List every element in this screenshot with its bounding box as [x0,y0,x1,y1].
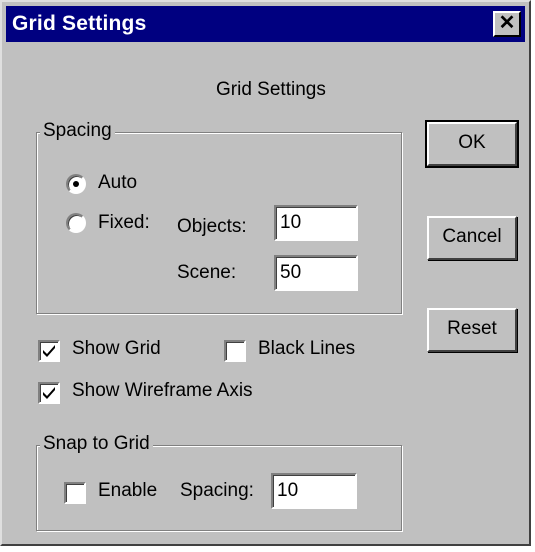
close-button[interactable]: ✕ [493,11,521,37]
spacing-legend: Spacing [40,120,115,142]
scene-label: Scene: [177,262,237,283]
snap-to-grid-legend: Snap to Grid [40,433,153,455]
snap-enable-checkbox[interactable] [64,482,86,504]
show-grid-label[interactable]: Show Grid [72,338,161,360]
snap-spacing-field[interactable] [271,473,357,509]
cancel-button[interactable]: Cancel [427,216,517,260]
objects-label: Objects: [177,216,247,237]
show-wireframe-axis-checkbox[interactable] [38,382,60,404]
checkmark-icon [43,387,55,399]
black-lines-label[interactable]: Black Lines [258,338,355,360]
scene-field[interactable] [274,255,358,291]
auto-radio[interactable] [66,174,86,194]
fixed-radio[interactable] [66,213,86,233]
reset-button[interactable]: Reset [427,308,517,352]
checkmark-icon [43,345,55,357]
auto-label[interactable]: Auto [98,172,137,194]
black-lines-checkbox[interactable] [224,340,246,362]
objects-field[interactable] [274,205,358,241]
dialog-heading: Grid Settings [216,79,326,100]
close-icon: ✕ [498,12,516,34]
window-title: Grid Settings [12,12,147,35]
grid-settings-dialog: Grid Settings ✕ Grid Settings OK Cancel … [0,0,531,546]
fixed-label[interactable]: Fixed: [98,212,150,234]
snap-enable-label[interactable]: Enable [98,480,157,502]
title-bar[interactable]: Grid Settings ✕ [6,6,525,42]
show-grid-checkbox[interactable] [38,340,60,362]
snap-spacing-label: Spacing: [180,480,254,501]
show-wireframe-axis-label[interactable]: Show Wireframe Axis [72,380,253,402]
ok-button[interactable]: OK [425,120,519,168]
radio-selected-dot [73,181,79,187]
